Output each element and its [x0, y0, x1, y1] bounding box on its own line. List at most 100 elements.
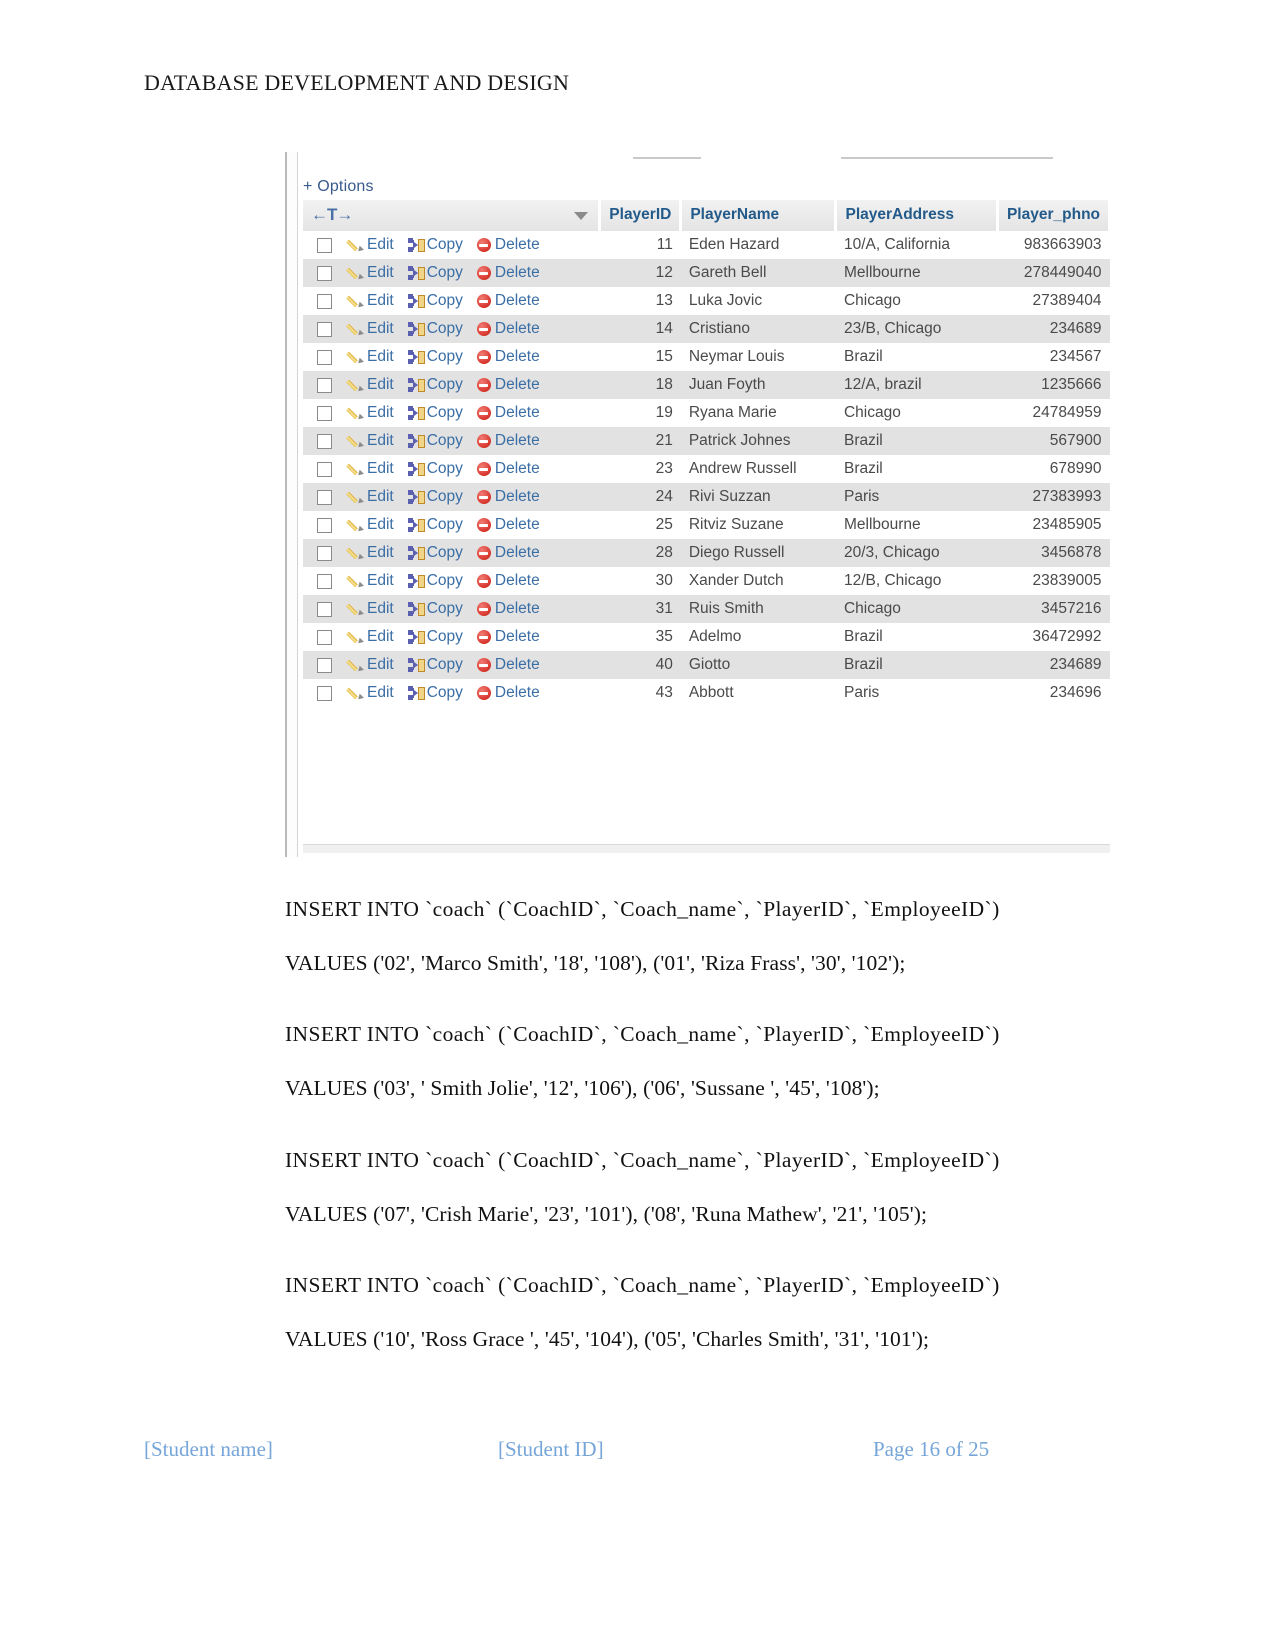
delete-action[interactable]: Delete — [476, 516, 540, 534]
delete-action[interactable]: Delete — [476, 432, 540, 450]
decorative-rules — [296, 152, 1110, 166]
copy-action[interactable]: Copy — [407, 572, 463, 590]
copy-action[interactable]: Copy — [407, 600, 463, 618]
delete-action[interactable]: Delete — [476, 488, 540, 506]
column-header-playername[interactable]: PlayerName — [680, 200, 838, 231]
row-checkbox[interactable] — [317, 685, 332, 701]
delete-action[interactable]: Delete — [476, 376, 540, 394]
row-checkbox[interactable] — [317, 265, 332, 281]
edit-action[interactable]: Edit — [348, 376, 394, 394]
delete-action[interactable]: Delete — [476, 628, 540, 646]
rule-right — [841, 157, 1053, 159]
delete-action[interactable]: Delete — [476, 404, 540, 422]
row-checkbox[interactable] — [317, 573, 332, 589]
cell-playerphno: 23839005 — [997, 567, 1110, 595]
table-body: Edit Copy Delete 11 Eden Hazard 10/A, Califor… — [303, 231, 1110, 707]
edit-action[interactable]: Edit — [348, 320, 394, 338]
column-header-actions[interactable]: ←T→ — [303, 200, 602, 231]
pencil-icon — [348, 574, 363, 589]
edit-action[interactable]: Edit — [348, 348, 394, 366]
row-checkbox[interactable] — [317, 461, 332, 477]
edit-action[interactable]: Edit — [348, 460, 394, 478]
options-toggle[interactable]: + Options — [303, 178, 374, 196]
cell-playeraddress: 23/B, Chicago — [835, 315, 998, 343]
edit-label: Edit — [367, 264, 394, 281]
row-checkbox[interactable] — [317, 321, 332, 337]
edit-label: Edit — [367, 516, 394, 533]
row-checkbox[interactable] — [317, 657, 332, 673]
copy-label: Copy — [426, 628, 463, 645]
copy-action[interactable]: Copy — [407, 264, 463, 282]
cell-playername: Cristiano — [680, 315, 836, 343]
copy-label: Copy — [426, 600, 463, 617]
row-checkbox[interactable] — [317, 545, 332, 561]
delete-action[interactable]: Delete — [476, 320, 540, 338]
edit-label: Edit — [367, 348, 394, 365]
cell-playername: Rivi Suzzan — [680, 483, 836, 511]
edit-action[interactable]: Edit — [348, 404, 394, 422]
column-header-playerphno[interactable]: Player_phno — [997, 200, 1110, 231]
edit-action[interactable]: Edit — [348, 516, 394, 534]
edit-action[interactable]: Edit — [348, 264, 394, 282]
delete-action[interactable]: Delete — [476, 684, 540, 702]
row-checkbox[interactable] — [317, 601, 332, 617]
chevron-down-icon[interactable] — [574, 211, 589, 220]
cell-playerphno: 678990 — [997, 455, 1110, 483]
row-checkbox[interactable] — [317, 489, 332, 505]
copy-action[interactable]: Copy — [407, 348, 463, 366]
delete-action[interactable]: Delete — [476, 292, 540, 310]
copy-action[interactable]: Copy — [407, 544, 463, 562]
delete-action[interactable]: Delete — [476, 544, 540, 562]
delete-action[interactable]: Delete — [476, 460, 540, 478]
copy-action[interactable]: Copy — [407, 320, 463, 338]
row-checkbox[interactable] — [317, 377, 332, 393]
delete-label: Delete — [494, 600, 540, 617]
row-checkbox[interactable] — [317, 433, 332, 449]
row-checkbox[interactable] — [317, 237, 332, 253]
copy-icon — [407, 434, 425, 448]
delete-label: Delete — [494, 628, 540, 645]
edit-action[interactable]: Edit — [348, 684, 394, 702]
copy-action[interactable]: Copy — [407, 628, 463, 646]
edit-action[interactable]: Edit — [348, 544, 394, 562]
column-header-playerid[interactable]: PlayerID — [599, 200, 683, 231]
row-checkbox[interactable] — [317, 517, 332, 533]
copy-action[interactable]: Copy — [407, 460, 463, 478]
row-checkbox[interactable] — [317, 293, 332, 309]
copy-action[interactable]: Copy — [407, 488, 463, 506]
row-checkbox[interactable] — [317, 405, 332, 421]
row-actions-cell: Edit Copy Delete — [303, 427, 600, 455]
copy-action[interactable]: Copy — [407, 516, 463, 534]
row-checkbox[interactable] — [317, 629, 332, 645]
delete-action[interactable]: Delete — [476, 572, 540, 590]
sort-control[interactable]: ←T→ — [311, 205, 353, 225]
delete-action[interactable]: Delete — [476, 236, 540, 254]
copy-action[interactable]: Copy — [407, 432, 463, 450]
edit-action[interactable]: Edit — [348, 488, 394, 506]
copy-action[interactable]: Copy — [407, 656, 463, 674]
copy-action[interactable]: Copy — [407, 376, 463, 394]
copy-label: Copy — [426, 292, 463, 309]
edit-action[interactable]: Edit — [348, 236, 394, 254]
delete-action[interactable]: Delete — [476, 264, 540, 282]
copy-action[interactable]: Copy — [407, 236, 463, 254]
copy-action[interactable]: Copy — [407, 292, 463, 310]
row-checkbox[interactable] — [317, 349, 332, 365]
edit-action[interactable]: Edit — [348, 628, 394, 646]
edit-action[interactable]: Edit — [348, 292, 394, 310]
delete-action[interactable]: Delete — [476, 600, 540, 618]
delete-label: Delete — [494, 488, 540, 505]
copy-action[interactable]: Copy — [407, 404, 463, 422]
edit-action[interactable]: Edit — [348, 656, 394, 674]
cell-playeraddress: Paris — [835, 679, 998, 707]
edit-action[interactable]: Edit — [348, 572, 394, 590]
edit-action[interactable]: Edit — [348, 600, 394, 618]
cell-playeraddress: Brazil — [835, 427, 998, 455]
delete-action[interactable]: Delete — [476, 348, 540, 366]
table-row: Edit Copy Delete 28 Diego Russell 20/3, Chica… — [303, 539, 1110, 567]
copy-action[interactable]: Copy — [407, 684, 463, 702]
delete-action[interactable]: Delete — [476, 656, 540, 674]
copy-label: Copy — [426, 684, 463, 701]
edit-action[interactable]: Edit — [348, 432, 394, 450]
column-header-playeraddress[interactable]: PlayerAddress — [835, 200, 999, 231]
